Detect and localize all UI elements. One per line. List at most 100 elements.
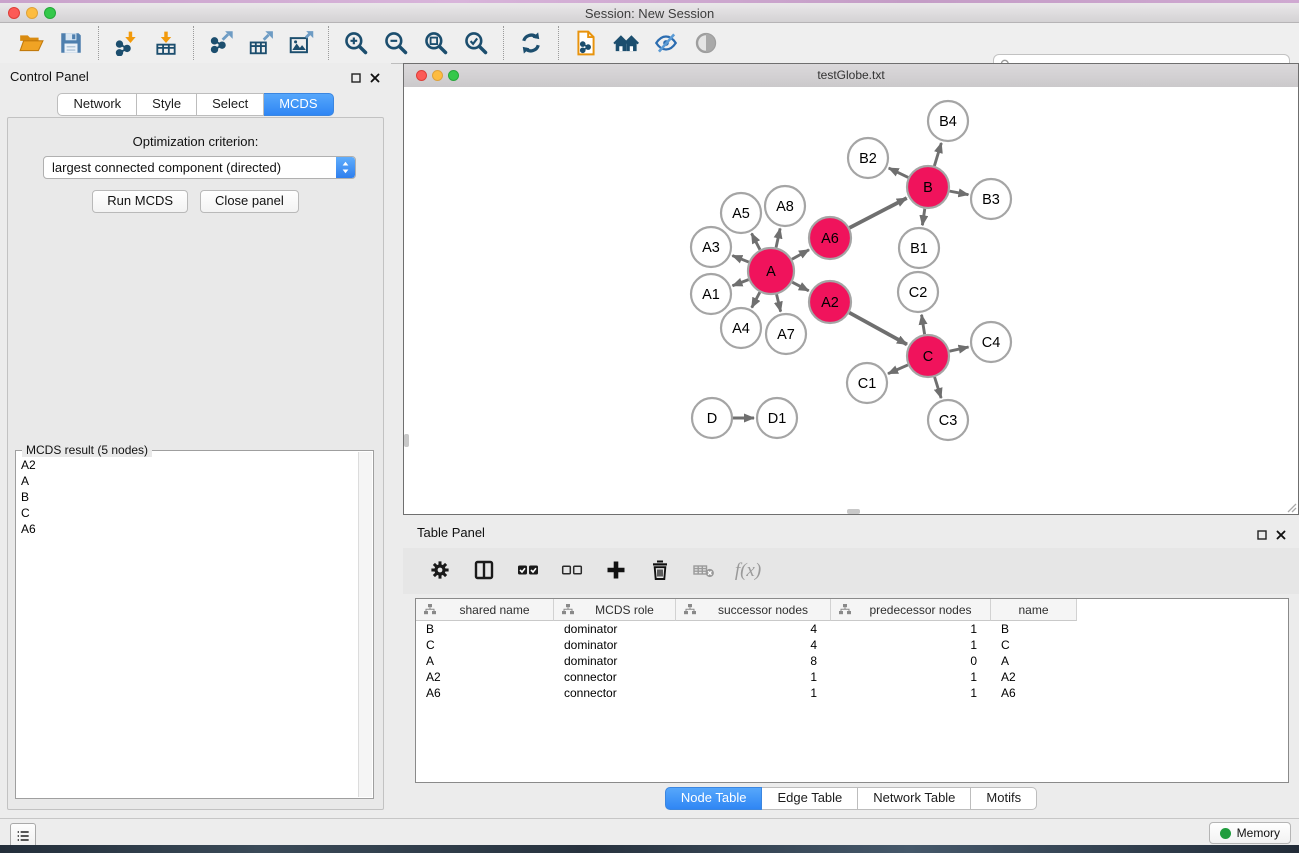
graph-edge-C-C3[interactable] [935,377,942,398]
graph-edge-B-B4[interactable] [934,143,941,166]
column-header-mcds-role[interactable]: MCDS role [554,599,676,621]
graph-edge-A-A3[interactable] [732,256,748,263]
horizontal-scrollbar[interactable] [847,509,860,514]
graph-node-A2[interactable]: A2 [809,281,851,323]
table-row[interactable]: A6connector11A6 [416,685,1288,701]
tab-node-table[interactable]: Node Table [665,787,763,810]
graph-edge-A-A2[interactable] [792,282,809,291]
memory-button[interactable]: Memory [1209,822,1291,844]
vertical-scrollbar[interactable] [404,434,409,447]
home-button[interactable] [606,27,646,59]
select-all-button[interactable] [511,554,545,588]
graph-edge-A-A4[interactable] [752,292,760,307]
graph-node-A7[interactable]: A7 [766,314,806,354]
result-item[interactable]: A6 [17,521,359,537]
node-table[interactable]: shared nameMCDS rolesuccessor nodesprede… [415,598,1289,783]
graph-edge-A-A1[interactable] [732,280,748,286]
result-item[interactable]: B [17,489,359,505]
graph-node-B3[interactable]: B3 [971,179,1011,219]
graph-node-A6[interactable]: A6 [809,217,851,259]
new-network-button[interactable] [566,27,606,59]
criterion-dropdown[interactable]: largest connected component (directed) [43,156,356,179]
graph-edge-C-C1[interactable] [888,365,908,374]
refresh-button[interactable] [511,27,551,59]
save-session-button[interactable] [51,27,91,59]
table-row[interactable]: A2connector11A2 [416,669,1288,685]
graph-edge-C-C4[interactable] [949,347,968,351]
graph-edge-A-A7[interactable] [777,294,781,311]
resize-grip-icon[interactable] [1286,502,1297,513]
graph-edge-A-A6[interactable] [792,250,809,260]
graph-node-A1[interactable]: A1 [691,274,731,314]
graph-node-D[interactable]: D [692,398,732,438]
graph-edge-C-C2[interactable] [922,315,925,335]
import-network-button[interactable] [106,27,146,59]
result-scrollbar[interactable] [358,452,372,797]
tab-network[interactable]: Network [57,93,137,116]
zoom-out-button[interactable] [376,27,416,59]
show-columns-button[interactable] [467,554,501,588]
graph-node-B1[interactable]: B1 [899,228,939,268]
close-panel-button[interactable]: Close panel [200,190,299,213]
column-header-name[interactable]: name [991,599,1077,621]
graph-node-A3[interactable]: A3 [691,227,731,267]
export-table-button[interactable] [241,27,281,59]
table-row[interactable]: Cdominator41C [416,637,1288,653]
column-header-shared-name[interactable]: shared name [416,599,554,621]
show-graphics-button[interactable] [686,27,726,59]
graph-node-D1[interactable]: D1 [757,398,797,438]
zoom-fit-button[interactable] [416,27,456,59]
network-canvas[interactable]: AA1A2A3A4A5A6A7A8BB1B2B3B4CC1C2C3C4DD1 [404,87,1298,514]
graph-node-A5[interactable]: A5 [721,193,761,233]
result-item[interactable]: A [17,473,359,489]
result-item[interactable]: A2 [17,457,359,473]
tab-network-table[interactable]: Network Table [858,787,971,810]
tab-mcds[interactable]: MCDS [264,93,333,116]
run-mcds-button[interactable]: Run MCDS [92,190,188,213]
graph-node-A4[interactable]: A4 [721,308,761,348]
graph-node-C4[interactable]: C4 [971,322,1011,362]
graph-node-C[interactable]: C [907,335,949,377]
export-network-button[interactable] [201,27,241,59]
control-panel-float-icon[interactable] [349,71,363,85]
network-window-titlebar[interactable]: testGlobe.txt [404,64,1298,88]
column-header-successor-nodes[interactable]: successor nodes [676,599,831,621]
hide-graphics-button[interactable] [646,27,686,59]
mcds-result-list[interactable]: A2ABCA6 [17,457,359,797]
graph-edge-B-B1[interactable] [922,209,924,225]
graph-node-B2[interactable]: B2 [848,138,888,178]
tab-select[interactable]: Select [197,93,264,116]
graph-edge-A-A8[interactable] [776,228,780,247]
delete-columns-button[interactable] [643,554,677,588]
zoom-in-button[interactable] [336,27,376,59]
control-panel-close-icon[interactable] [368,71,382,85]
result-item[interactable]: C [17,505,359,521]
graph-node-C3[interactable]: C3 [928,400,968,440]
import-table-button[interactable] [146,27,186,59]
graph-edge-B-B2[interactable] [889,168,908,177]
graph-node-B4[interactable]: B4 [928,101,968,141]
table-settings-button[interactable] [423,554,457,588]
graph-edge-A2-C[interactable] [849,313,907,345]
graph-node-A[interactable]: A [748,248,794,294]
network-graph[interactable]: AA1A2A3A4A5A6A7A8BB1B2B3B4CC1C2C3C4DD1 [404,87,1298,514]
function-builder-button[interactable]: f(x) [731,554,765,588]
table-panel-float-icon[interactable] [1255,528,1269,542]
table-panel-close-icon[interactable] [1274,528,1288,542]
export-image-button[interactable] [281,27,321,59]
tab-motifs[interactable]: Motifs [971,787,1037,810]
open-session-button[interactable] [11,27,51,59]
zoom-selected-button[interactable] [456,27,496,59]
deselect-all-button[interactable] [555,554,589,588]
graph-node-A8[interactable]: A8 [765,186,805,226]
table-row[interactable]: Bdominator41B [416,621,1288,637]
graph-edge-B-B3[interactable] [950,191,969,195]
table-row[interactable]: Adominator80A [416,653,1288,669]
graph-node-B[interactable]: B [907,166,949,208]
graph-node-C1[interactable]: C1 [847,363,887,403]
column-header-predecessor-nodes[interactable]: predecessor nodes [831,599,991,621]
tab-edge-table[interactable]: Edge Table [762,787,858,810]
graph-edge-A-A5[interactable] [752,233,760,249]
delete-table-button[interactable] [687,554,721,588]
graph-edge-A6-B[interactable] [850,198,907,228]
